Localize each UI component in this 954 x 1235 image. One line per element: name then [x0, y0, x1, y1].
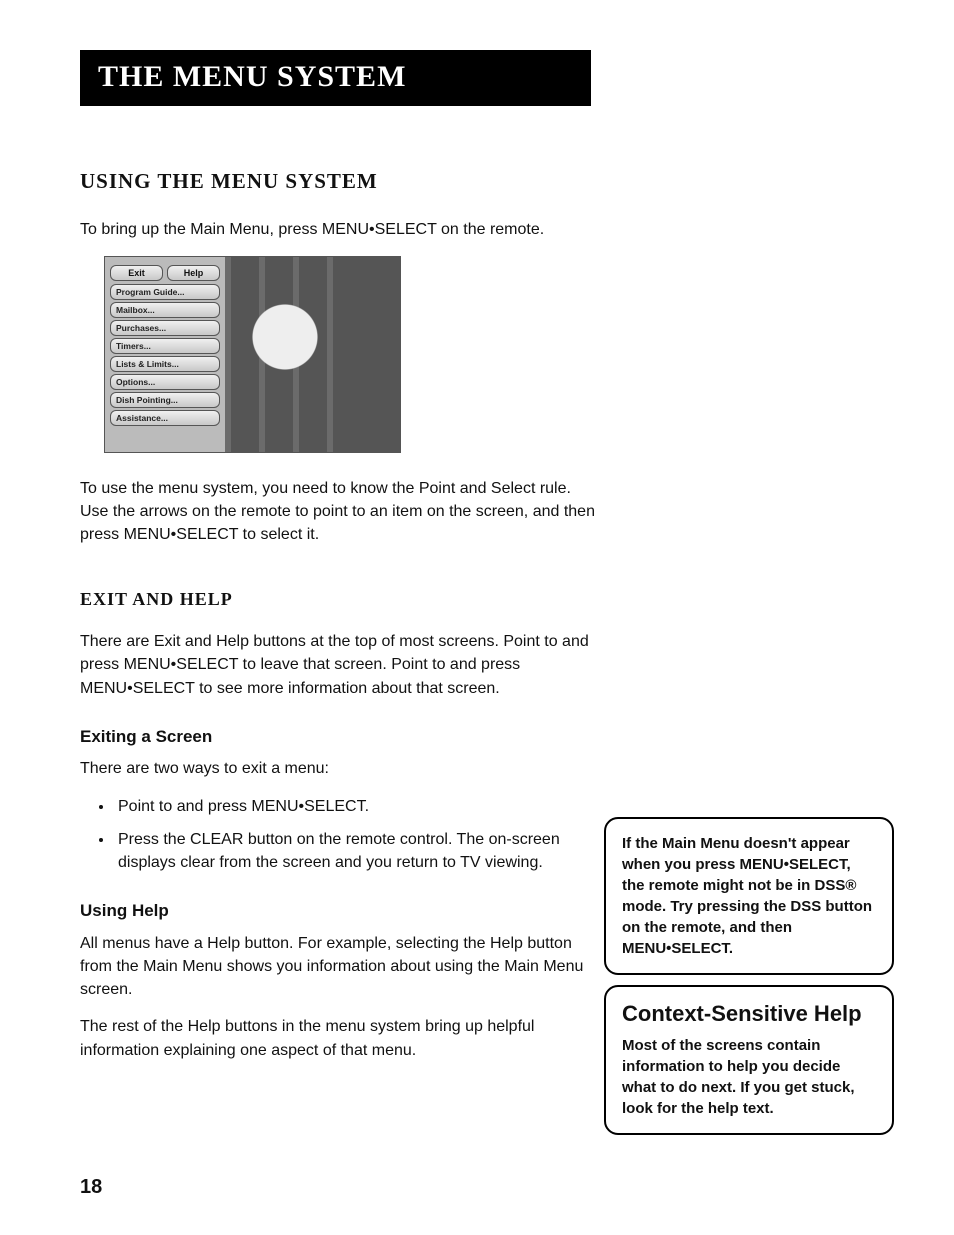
exiting-intro: There are two ways to exit a menu:	[80, 757, 595, 780]
sidebar-note-context-help: Context-Sensitive Help Most of the scree…	[604, 985, 894, 1135]
menu-item: Assistance...	[110, 410, 220, 426]
menu-item: Program Guide...	[110, 284, 220, 300]
page-number: 18	[80, 1176, 102, 1199]
menu-item: Lists & Limits...	[110, 356, 220, 372]
using-help-p1: All menus have a Help button. For exampl…	[80, 932, 595, 1002]
heading-using-menu: Using the Menu System	[80, 166, 595, 196]
menu-item: Purchases...	[110, 320, 220, 336]
onscreen-menu: Exit Help Program Guide... Mailbox... Pu…	[110, 265, 220, 428]
menu-item: Options...	[110, 374, 220, 390]
using-help-p2: The rest of the Help buttons in the menu…	[80, 1015, 595, 1061]
exit-help-text: There are Exit and Help buttons at the t…	[80, 630, 595, 700]
menu-exit-button: Exit	[110, 265, 163, 281]
tv-screenshot: Exit Help Program Guide... Mailbox... Pu…	[104, 256, 401, 453]
tv-background-photo	[225, 257, 400, 452]
note-text: Most of the screens contain information …	[622, 1035, 876, 1119]
menu-item: Mailbox...	[110, 302, 220, 318]
intro-text: To bring up the Main Menu, press MENU•SE…	[80, 218, 595, 241]
note-text: If the Main Menu doesn't appear when you…	[622, 833, 876, 959]
note-title: Context-Sensitive Help	[622, 1001, 876, 1027]
heading-exiting-screen: Exiting a Screen	[80, 725, 595, 750]
menu-help-button: Help	[167, 265, 220, 281]
bullet-item: Point to and press MENU•SELECT.	[114, 795, 595, 818]
sidebar-note-dss: If the Main Menu doesn't appear when you…	[604, 817, 894, 975]
bullet-item: Press the CLEAR button on the remote con…	[114, 828, 595, 874]
menu-item: Dish Pointing...	[110, 392, 220, 408]
heading-using-help: Using Help	[80, 899, 595, 924]
heading-exit-help: Exit and Help	[80, 586, 595, 612]
section-banner: The Menu System	[80, 50, 591, 106]
point-select-text: To use the menu system, you need to know…	[80, 477, 595, 547]
menu-item: Timers...	[110, 338, 220, 354]
